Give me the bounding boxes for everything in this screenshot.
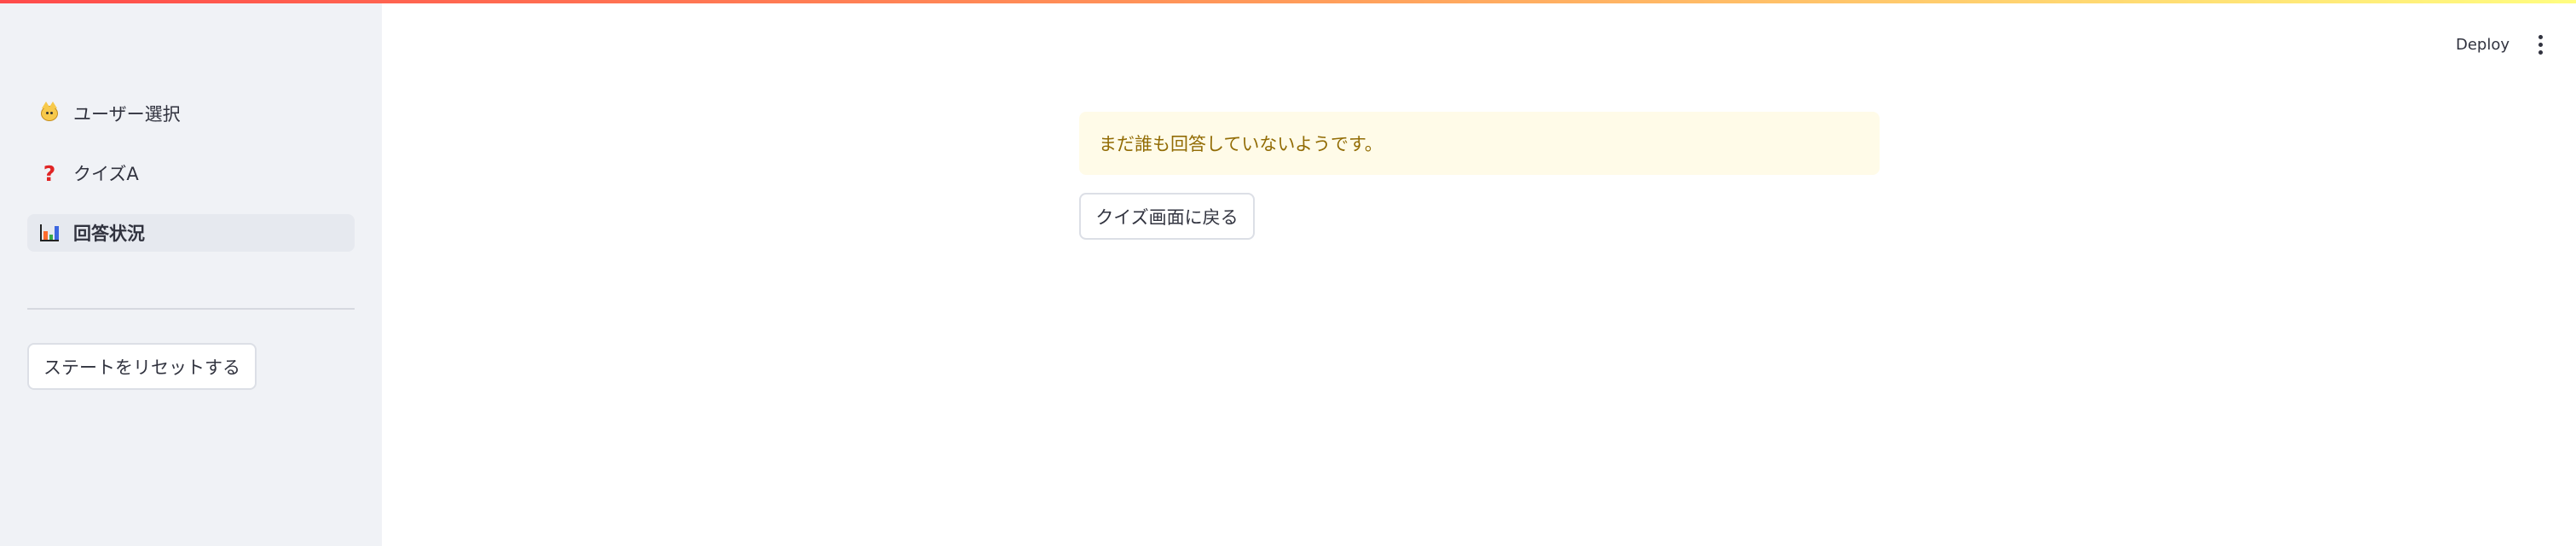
sidebar-navigation: ユーザー選択 ? クイズA 回答状況	[27, 95, 355, 274]
sidebar-divider	[27, 308, 355, 310]
cat-face-icon	[38, 102, 61, 125]
sidebar-item-label: ユーザー選択	[73, 104, 181, 125]
warning-message-box: まだ誰も回答していないようです。	[1079, 112, 1880, 175]
sidebar-item-user-selection[interactable]: ユーザー選択	[27, 95, 355, 132]
bar-chart-icon	[38, 221, 61, 245]
cat-left-eye	[46, 112, 49, 114]
main-content-area: Deploy まだ誰も回答していないようです。 クイズ画面に戻る	[382, 0, 2576, 546]
top-decoration-bar	[0, 0, 2576, 3]
answer-status-content: まだ誰も回答していないようです。 クイズ画面に戻る	[1079, 112, 1880, 240]
sidebar-item-answer-status[interactable]: 回答状況	[27, 214, 355, 252]
more-vertical-icon[interactable]	[2532, 32, 2549, 57]
bar-chart-bar-green	[49, 235, 54, 240]
app-window: ユーザー選択 ? クイズA 回答状況 ステートをリセットする Deploy まだ…	[0, 0, 2576, 546]
bar-chart-bar-blue	[55, 226, 60, 240]
menu-dot	[2538, 34, 2543, 39]
cat-face-shape	[41, 102, 58, 121]
warning-message-text: まだ誰も回答していないようです。	[1099, 134, 1383, 154]
sidebar-item-label: 回答状況	[73, 224, 145, 244]
cat-right-eye	[50, 112, 53, 114]
sidebar-item-label: クイズA	[73, 164, 139, 184]
back-to-quiz-button[interactable]: クイズ画面に戻る	[1079, 193, 1255, 240]
menu-dot	[2538, 49, 2543, 55]
bar-chart-shape	[40, 224, 60, 241]
red-question-mark-icon: ?	[43, 160, 56, 186]
sidebar: ユーザー選択 ? クイズA 回答状況 ステートをリセットする	[0, 0, 382, 546]
sidebar-item-quiz-a[interactable]: ? クイズA	[27, 154, 355, 192]
top-right-toolbar: Deploy	[2456, 27, 2549, 61]
reset-state-button[interactable]: ステートをリセットする	[27, 343, 257, 390]
deploy-button[interactable]: Deploy	[2456, 36, 2510, 54]
bar-chart-bar-orange	[43, 231, 48, 240]
menu-dot	[2538, 42, 2543, 47]
